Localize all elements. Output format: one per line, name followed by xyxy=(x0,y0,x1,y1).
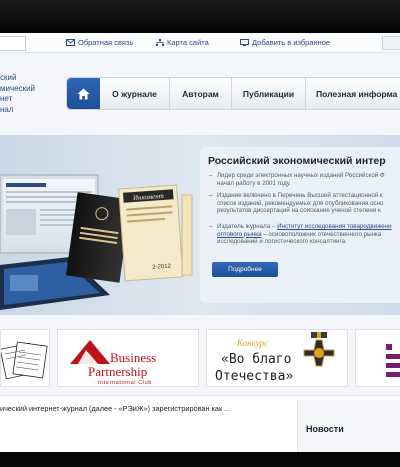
news-title: Новости xyxy=(306,424,344,434)
home-button[interactable] xyxy=(67,78,100,109)
main-nav: О журнале Авторам Публикации Полезная ин… xyxy=(66,77,400,110)
business-partnership-logo: Business Partnership International Club xyxy=(70,340,156,386)
favorites-link[interactable]: Добавить в избранное xyxy=(240,38,330,47)
partner-partial[interactable] xyxy=(355,329,400,387)
home-icon xyxy=(77,88,90,99)
device-frame: Обратная связь Карта сайта Добавить в из… xyxy=(0,0,400,467)
device-bezel-bottom xyxy=(0,452,400,467)
hero-title: Российский экономический интер xyxy=(208,155,386,167)
logo-line: нал xyxy=(0,104,14,114)
hero-banner: Инкомент 2-2012 Российский экономический… xyxy=(0,135,400,315)
logo-line: нет xyxy=(0,94,13,103)
sitemap-link[interactable]: Карта сайта xyxy=(156,38,209,47)
favorites-label: Добавить в избранное xyxy=(252,38,331,47)
newspapers-icon xyxy=(0,341,48,380)
nav-item-publications[interactable]: Публикации xyxy=(232,78,306,109)
hero-bullet: Лидер среди электронных научных изданий … xyxy=(209,172,399,187)
nav-item-authors[interactable]: Авторам xyxy=(170,78,232,109)
nav-item-useful-info[interactable]: Полезная информа xyxy=(306,78,400,109)
login-box[interactable] xyxy=(382,36,400,50)
website-screen: Обратная связь Карта сайта Добавить в из… xyxy=(0,33,400,452)
sitemap-icon xyxy=(156,39,164,46)
envelope-icon xyxy=(66,39,75,46)
main-content: ический интернет-журнал (далее - «РЭиЖ»)… xyxy=(0,395,400,452)
feedback-link[interactable]: Обратная связь xyxy=(66,38,133,47)
partner-contest[interactable]: Конкурс «Во благо Отечества» xyxy=(206,329,348,387)
svg-text:Отечества»: Отечества» xyxy=(215,369,293,384)
search-input[interactable] xyxy=(0,36,26,51)
nav-item-about[interactable]: О журнале xyxy=(100,78,170,109)
intro-text: ический интернет-журнал (далее - «РЭиЖ»)… xyxy=(0,404,231,413)
hero-info-card: Российский экономический интер Лидер сре… xyxy=(200,147,400,303)
utility-bar: Обратная связь Карта сайта Добавить в из… xyxy=(0,33,400,53)
svg-text:«Во благо: «Во благо xyxy=(221,352,291,367)
svg-text:Partnership: Partnership xyxy=(88,364,147,379)
partners-strip: Business Partnership International Club … xyxy=(0,325,400,391)
svg-text:Business: Business xyxy=(110,350,156,365)
logo-line: мический xyxy=(0,83,36,93)
journal-illustration: Инкомент 2-2012 xyxy=(0,174,193,310)
more-button[interactable]: Подробнее xyxy=(212,262,278,277)
svg-text:International Club: International Club xyxy=(98,380,152,386)
partner-newspapers[interactable] xyxy=(0,329,50,387)
hero-bullet: Издатель журнала – Институт исследования… xyxy=(209,223,399,246)
partner-business-partnership[interactable]: Business Partnership International Club xyxy=(57,329,199,387)
monitor-icon xyxy=(240,39,249,46)
bullet-prefix: Издатель журнала – xyxy=(217,223,278,230)
contest-logo: Конкурс «Во благо Отечества» xyxy=(215,332,335,384)
svg-text:Конкурс: Конкурс xyxy=(236,338,268,348)
feedback-label: Обратная связь xyxy=(78,38,134,47)
news-panel: Новости xyxy=(297,400,400,452)
hero-bullet: Издание включено в Перечень Высшей аттес… xyxy=(209,192,399,215)
device-bezel-top xyxy=(0,0,400,33)
logo-line: ский xyxy=(0,73,17,82)
partial-partner-logo xyxy=(386,344,400,377)
sitemap-label: Карта сайта xyxy=(167,38,209,47)
site-logo[interactable]: ский мический нет нал xyxy=(0,73,60,115)
